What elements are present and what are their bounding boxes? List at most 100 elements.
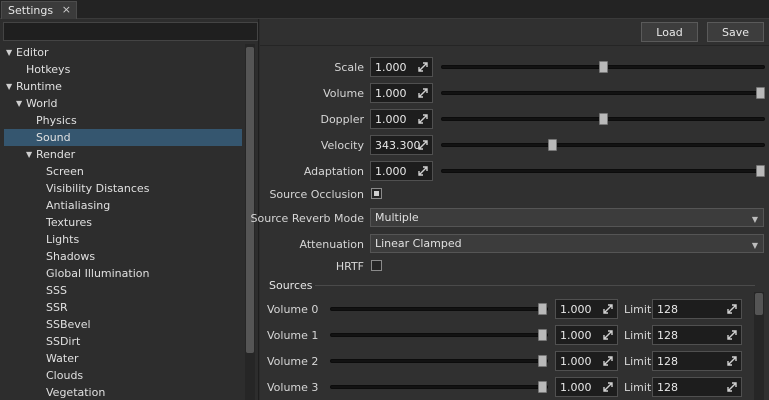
adaptation-value-field[interactable]: 1.000	[370, 161, 433, 181]
tree-item-antialiasing[interactable]: Antialiasing	[4, 197, 242, 214]
attenuation-select[interactable]: Linear Clamped ▼	[370, 234, 764, 253]
tree-item-editor[interactable]: ▼ Editor	[4, 44, 242, 61]
source-volume-0-value: 1.000	[560, 302, 592, 316]
chevron-down-icon: ▼	[751, 215, 758, 224]
sound-settings-panel: Load Save Scale 1.000 Volume 1.000 Doppler 1.…	[251, 19, 769, 400]
resize-arrows-icon	[603, 330, 613, 340]
source-volume-0-value-field[interactable]: 1.000	[555, 299, 618, 319]
source-volume-3-slider[interactable]	[330, 385, 548, 389]
source-volume-2-limit-value: 128	[657, 354, 678, 368]
scale-slider-handle[interactable]	[599, 61, 608, 73]
tab-settings[interactable]: Settings ×	[1, 1, 77, 19]
source-volume-0-slider[interactable]	[330, 307, 548, 311]
settings-tree-panel: ▼ Editor Hotkeys ▼ Runtime ▼ World Physics Sound…	[0, 19, 259, 400]
sources-scrollbar[interactable]	[754, 292, 764, 400]
source-volume-0-slider-handle[interactable]	[538, 303, 547, 315]
doppler-value: 1.000	[375, 112, 407, 126]
sources-scrollbar-thumb[interactable]	[755, 293, 763, 315]
tree-item-label: Visibility Distances	[46, 182, 150, 195]
source-volume-2-slider-handle[interactable]	[538, 355, 547, 367]
expand-arrow-icon[interactable]: ▼	[26, 150, 36, 159]
velocity-slider-handle[interactable]	[548, 139, 557, 151]
tree-item-lights[interactable]: Lights	[4, 231, 242, 248]
tab-bar: Settings ×	[0, 0, 769, 19]
volume-slider[interactable]	[441, 91, 765, 95]
resize-arrows-icon	[418, 114, 428, 124]
tree-item-screen[interactable]: Screen	[4, 163, 242, 180]
tree-item-hotkeys[interactable]: Hotkeys	[4, 61, 242, 78]
doppler-slider-handle[interactable]	[599, 113, 608, 125]
source-occlusion-label: Source Occlusion	[269, 187, 364, 201]
scale-value-field[interactable]: 1.000	[370, 57, 433, 77]
source-occlusion-checkbox[interactable]	[371, 188, 382, 199]
resize-arrows-icon	[418, 140, 428, 150]
tree-item-physics[interactable]: Physics	[4, 112, 242, 129]
source-volume-2-value: 1.000	[560, 354, 592, 368]
source-volume-1-limit-field[interactable]: 128	[652, 325, 742, 345]
adaptation-slider-handle[interactable]	[756, 165, 765, 177]
search-input[interactable]	[3, 22, 258, 41]
tree-item-runtime[interactable]: ▼ Runtime	[4, 78, 242, 95]
tree-item-world[interactable]: ▼ World	[4, 95, 242, 112]
source-volume-3-slider-handle[interactable]	[538, 381, 547, 393]
source-volume-1-limit-label: Limit	[624, 328, 652, 342]
resize-arrows-icon	[727, 304, 737, 314]
tree-item-vegetation[interactable]: Vegetation	[4, 384, 242, 400]
source-volume-2-limit-field[interactable]: 128	[652, 351, 742, 371]
source-volume-3-limit-field[interactable]: 128	[652, 377, 742, 397]
tab-title: Settings	[8, 4, 54, 17]
expand-arrow-icon[interactable]: ▼	[6, 48, 16, 57]
tree-item-clouds[interactable]: Clouds	[4, 367, 242, 384]
tree-item-label: Physics	[36, 114, 77, 127]
tree-item-label: SSDirt	[46, 335, 81, 348]
adaptation-slider[interactable]	[441, 169, 765, 173]
source-volume-2-value-field[interactable]: 1.000	[555, 351, 618, 371]
source-volume-2-slider[interactable]	[330, 359, 548, 363]
velocity-slider[interactable]	[441, 143, 765, 147]
attenuation-label: Attenuation	[299, 237, 364, 251]
tree-item-render[interactable]: ▼ Render	[4, 146, 242, 163]
resize-arrows-icon	[603, 356, 613, 366]
tree-item-ssr[interactable]: SSR	[4, 299, 242, 316]
resize-arrows-icon	[727, 356, 737, 366]
source-reverb-mode-select[interactable]: Multiple ▼	[370, 208, 764, 227]
sources-title: Sources	[267, 279, 315, 293]
tree-item-textures[interactable]: Textures	[4, 214, 242, 231]
resize-arrows-icon	[418, 88, 428, 98]
tree-item-water[interactable]: Water	[4, 350, 242, 367]
source-volume-1-slider[interactable]	[330, 333, 548, 337]
volume-value-field[interactable]: 1.000	[370, 83, 433, 103]
save-button[interactable]: Save	[707, 22, 764, 42]
expand-arrow-icon[interactable]: ▼	[6, 82, 16, 91]
doppler-value-field[interactable]: 1.000	[370, 109, 433, 129]
resize-arrows-icon	[603, 382, 613, 392]
tree-item-sound[interactable]: Sound	[4, 129, 242, 146]
tree-item-label: Global Illumination	[46, 267, 150, 280]
tree-item-sss[interactable]: SSS	[4, 282, 242, 299]
tree-item-label: Sound	[36, 131, 71, 144]
tree-item-shadows[interactable]: Shadows	[4, 248, 242, 265]
source-volume-1-slider-handle[interactable]	[538, 329, 547, 341]
source-volume-3-value: 1.000	[560, 380, 592, 394]
source-volume-1-value-field[interactable]: 1.000	[555, 325, 618, 345]
velocity-value-field[interactable]: 343.300	[370, 135, 433, 155]
volume-slider-handle[interactable]	[756, 87, 765, 99]
source-volume-3-limit-label: Limit	[624, 380, 652, 394]
source-volume-3-value-field[interactable]: 1.000	[555, 377, 618, 397]
resize-arrows-icon	[727, 330, 737, 340]
tree-item-ssdirt[interactable]: SSDirt	[4, 333, 242, 350]
source-volume-0-limit-field[interactable]: 128	[652, 299, 742, 319]
tree-item-ssbevel[interactable]: SSBevel	[4, 316, 242, 333]
load-button[interactable]: Load	[641, 22, 698, 42]
velocity-value: 343.300	[375, 138, 421, 152]
close-icon[interactable]: ×	[62, 3, 71, 16]
source-volume-0-limit-label: Limit	[624, 302, 652, 316]
expand-arrow-icon[interactable]: ▼	[16, 99, 26, 108]
tree-item-visibility-distances[interactable]: Visibility Distances	[4, 180, 242, 197]
resize-arrows-icon	[418, 166, 428, 176]
hrtf-checkbox[interactable]	[371, 260, 382, 271]
tree-item-label: Vegetation	[46, 386, 106, 399]
volume-value: 1.000	[375, 86, 407, 100]
tree-scrollbar-thumb[interactable]	[246, 47, 254, 353]
tree-item-global-illumination[interactable]: Global Illumination	[4, 265, 242, 282]
